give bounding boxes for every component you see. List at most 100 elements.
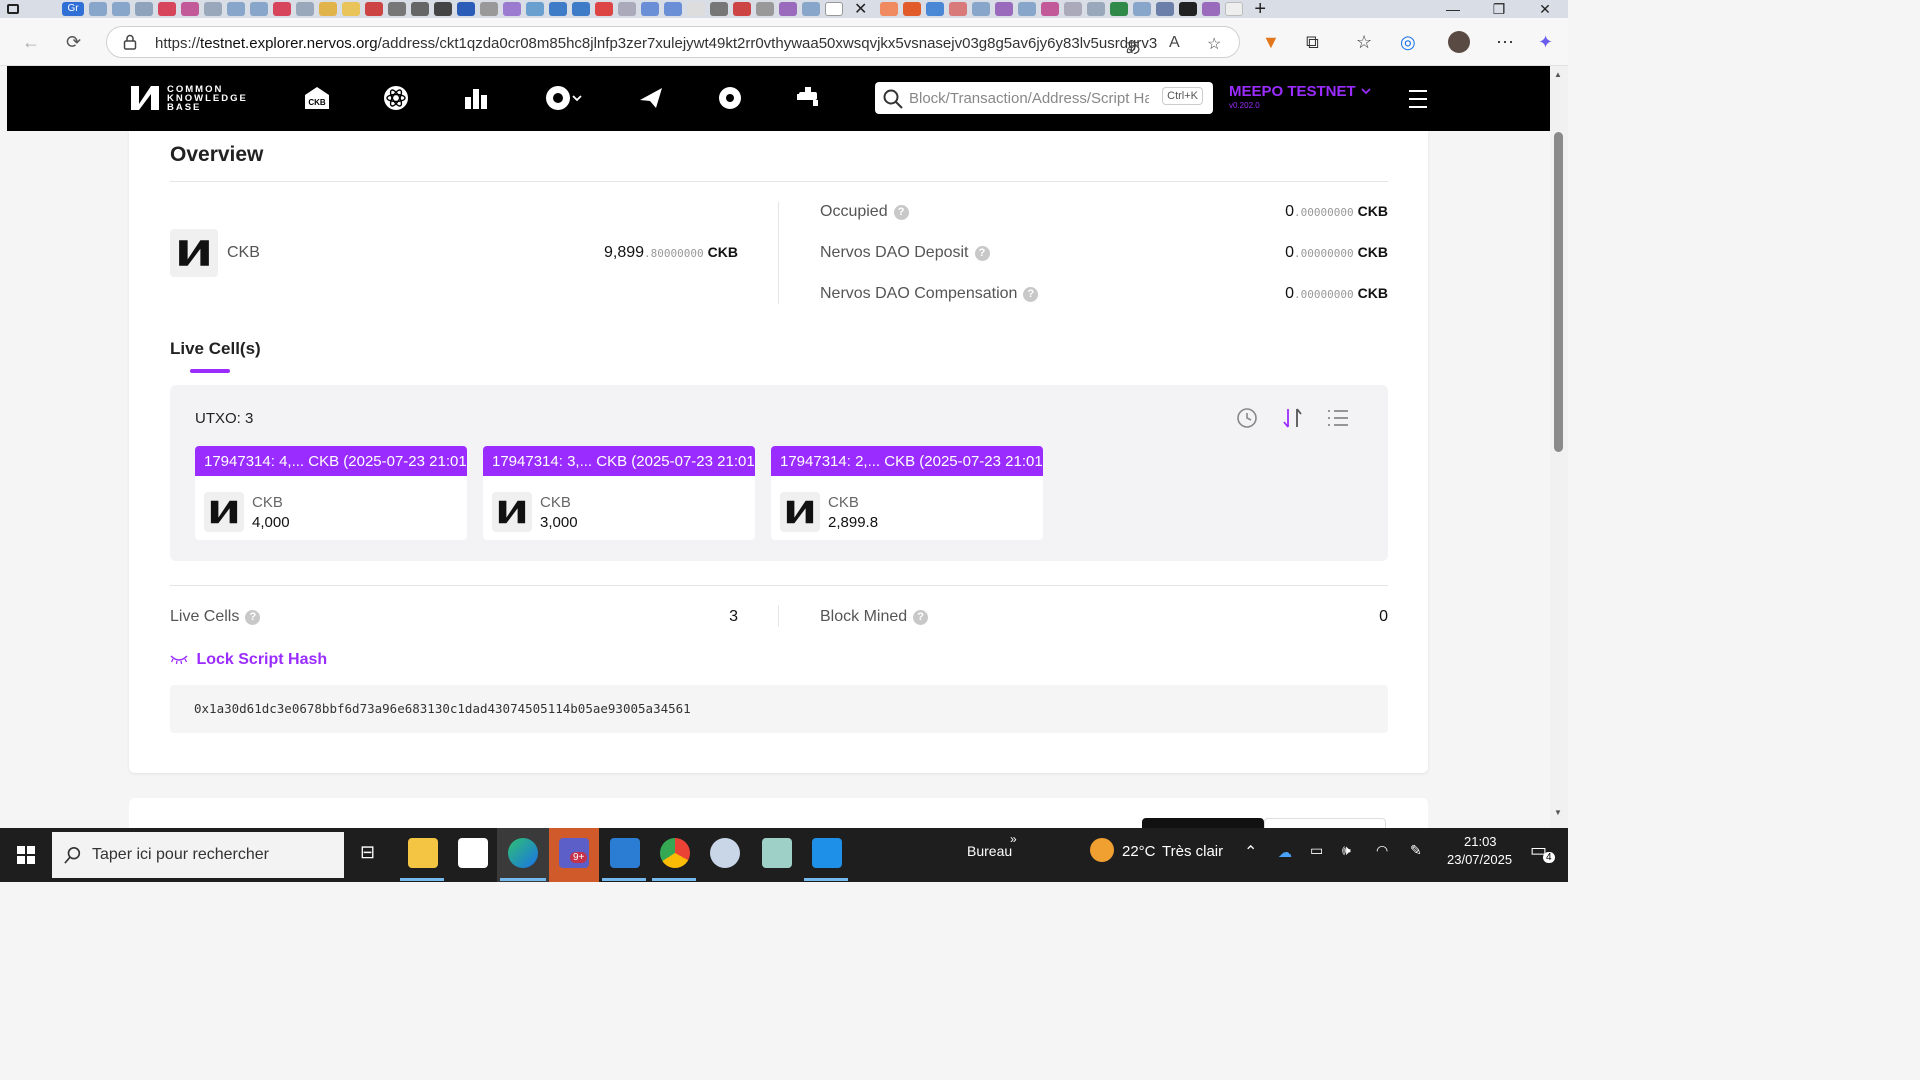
tab-favicon-icon[interactable] <box>273 2 291 16</box>
metamask-icon[interactable]: ▼ <box>1262 32 1280 53</box>
weather-desc[interactable]: Très clair <box>1162 843 1223 860</box>
outlook-icon[interactable] <box>610 838 640 868</box>
active-tab-favicon-icon[interactable] <box>825 2 843 16</box>
tab-favicon-icon[interactable] <box>1133 2 1152 16</box>
tab-favicon-icon[interactable] <box>572 2 590 16</box>
live-cell-card[interactable]: 17947314: 4,... CKB (2025-07-23 21:01) C… <box>195 446 467 540</box>
pen-icon[interactable]: ✎ <box>1410 842 1422 859</box>
tab-favicon-icon[interactable] <box>1110 2 1129 16</box>
tab-favicon-icon[interactable] <box>388 2 406 16</box>
reload-icon[interactable]: ⟳ <box>66 32 81 53</box>
tab-favicon-icon[interactable] <box>618 2 636 16</box>
tab-favicon-icon[interactable] <box>949 2 968 16</box>
tab-favicon-icon[interactable] <box>480 2 498 16</box>
store-icon[interactable] <box>458 838 488 868</box>
tab-favicon-icon[interactable] <box>1064 2 1083 16</box>
weather-temp[interactable]: 22°C <box>1122 843 1156 860</box>
close-window-icon[interactable]: ✕ <box>1522 0 1568 18</box>
github-tab-icon[interactable] <box>1179 2 1198 16</box>
tab-favicon-icon[interactable] <box>181 2 199 16</box>
toolbar-overflow-icon[interactable]: » <box>1010 832 1017 846</box>
task-view-icon[interactable]: ⊟ <box>360 842 375 863</box>
sort-icon[interactable] <box>1280 405 1306 431</box>
minimize-icon[interactable]: — <box>1430 0 1476 18</box>
tab-favicon-icon[interactable] <box>365 2 383 16</box>
paint-icon[interactable] <box>710 838 740 868</box>
tab-favicon-icon[interactable] <box>1087 2 1106 16</box>
network-icon[interactable]: ◠ <box>1376 842 1388 859</box>
tray-chevron-up-icon[interactable]: ⌃ <box>1244 842 1257 862</box>
tokens-dropdown-icon[interactable] <box>541 84 587 112</box>
list-view-icon[interactable] <box>1325 405 1351 431</box>
tab-favicon-icon[interactable] <box>595 2 613 16</box>
windows-start-icon[interactable] <box>0 828 52 882</box>
help-icon[interactable]: ? <box>893 205 909 220</box>
tab-favicon-icon[interactable] <box>687 2 705 16</box>
tab-favicon-icon[interactable] <box>710 2 728 16</box>
tab-favicon-icon[interactable] <box>903 2 922 16</box>
history-clock-icon[interactable] <box>1235 405 1261 431</box>
ckb-logo[interactable]: COMMON KNOWLEDGE BASE <box>129 82 248 114</box>
browser-essentials-icon[interactable]: ◎ <box>1400 32 1416 53</box>
file-explorer-icon[interactable] <box>408 838 438 868</box>
help-icon[interactable]: ? <box>1023 287 1039 302</box>
tab-favicon-icon[interactable] <box>972 2 991 16</box>
extensions-icon[interactable]: ⧉ <box>1306 32 1319 53</box>
tab-favicon-icon[interactable] <box>227 2 245 16</box>
tab-live-cells[interactable]: Live Cell(s) <box>170 339 261 359</box>
desktop-toolbar-label[interactable]: Bureau <box>967 843 1012 859</box>
scroll-up-icon[interactable]: ▲ <box>1554 70 1562 79</box>
chrome-icon[interactable] <box>660 838 690 868</box>
taskbar-search[interactable]: Taper ici pour rechercher <box>52 832 344 878</box>
restore-icon[interactable]: ❐ <box>1476 0 1522 18</box>
tab-favicon-icon[interactable] <box>135 2 153 16</box>
tab-favicon-icon[interactable] <box>1156 2 1175 16</box>
more-menu-icon[interactable]: ⋯ <box>1496 32 1514 53</box>
gear-badge-icon[interactable] <box>716 84 744 112</box>
tab-favicon-icon[interactable] <box>880 2 899 16</box>
tab-favicon-icon[interactable] <box>250 2 268 16</box>
search-input[interactable] <box>909 86 1149 110</box>
read-aloud-icon[interactable]: A <box>1169 34 1180 52</box>
tab-favicon-icon[interactable] <box>411 2 429 16</box>
clock-time[interactable]: 21:03 <box>1464 834 1497 849</box>
tab-favicon-icon[interactable] <box>526 2 544 16</box>
google-tab-icon[interactable] <box>1225 2 1244 16</box>
tab-favicon-icon[interactable] <box>779 2 797 16</box>
favorites-icon[interactable]: ☆ <box>1356 32 1372 53</box>
back-arrow-icon[interactable]: ← <box>22 32 40 53</box>
charts-icon[interactable] <box>462 84 490 112</box>
battery-icon[interactable]: ▭ <box>1310 842 1323 859</box>
tab-favicon-icon[interactable] <box>641 2 659 16</box>
scroll-down-icon[interactable]: ▼ <box>1554 808 1562 817</box>
atom-icon[interactable] <box>382 84 410 112</box>
tab-favicon-icon[interactable] <box>112 2 130 16</box>
tab-favicon-icon[interactable] <box>434 2 452 16</box>
lock-script-hash-value[interactable]: 0x1a30d61dc3e0678bbf6d73a96e683130c1dad4… <box>194 701 691 716</box>
tab-favicon-icon[interactable] <box>549 2 567 16</box>
search-box[interactable]: Ctrl+K <box>875 82 1213 114</box>
tab-favicon-icon[interactable] <box>1202 2 1221 16</box>
live-cell-card[interactable]: 17947314: 2,... CKB (2025-07-23 21:01) C… <box>771 446 1043 540</box>
favorite-star-icon[interactable]: ☆ <box>1207 34 1221 54</box>
tab-favicon-icon[interactable] <box>733 2 751 16</box>
paper-plane-icon[interactable] <box>637 84 665 112</box>
onedrive-icon[interactable]: ☁ <box>1278 844 1292 861</box>
tab-favicon-icon[interactable] <box>89 2 107 16</box>
url-field[interactable]: https://testnet.explorer.nervos.org/addr… <box>106 26 1240 58</box>
tab-favicon-icon[interactable] <box>204 2 222 16</box>
notes-icon[interactable] <box>762 838 792 868</box>
photos-icon[interactable] <box>812 838 842 868</box>
tab-favicon-icon[interactable] <box>802 2 820 16</box>
copilot-icon[interactable]: ✦ <box>1538 32 1553 53</box>
window-menu-icon[interactable] <box>0 0 26 18</box>
help-icon[interactable]: ? <box>913 610 929 625</box>
tab-favicon-icon[interactable] <box>1018 2 1037 16</box>
tab-favicon-icon[interactable] <box>1041 2 1060 16</box>
tab-gr[interactable]: Gr <box>62 2 84 16</box>
tab-favicon-icon[interactable] <box>158 2 176 16</box>
tab-favicon-icon[interactable] <box>503 2 521 16</box>
translate-icon[interactable]: あ <box>1125 34 1141 58</box>
help-icon[interactable]: ? <box>245 610 261 625</box>
clock-date[interactable]: 23/07/2025 <box>1447 852 1512 867</box>
